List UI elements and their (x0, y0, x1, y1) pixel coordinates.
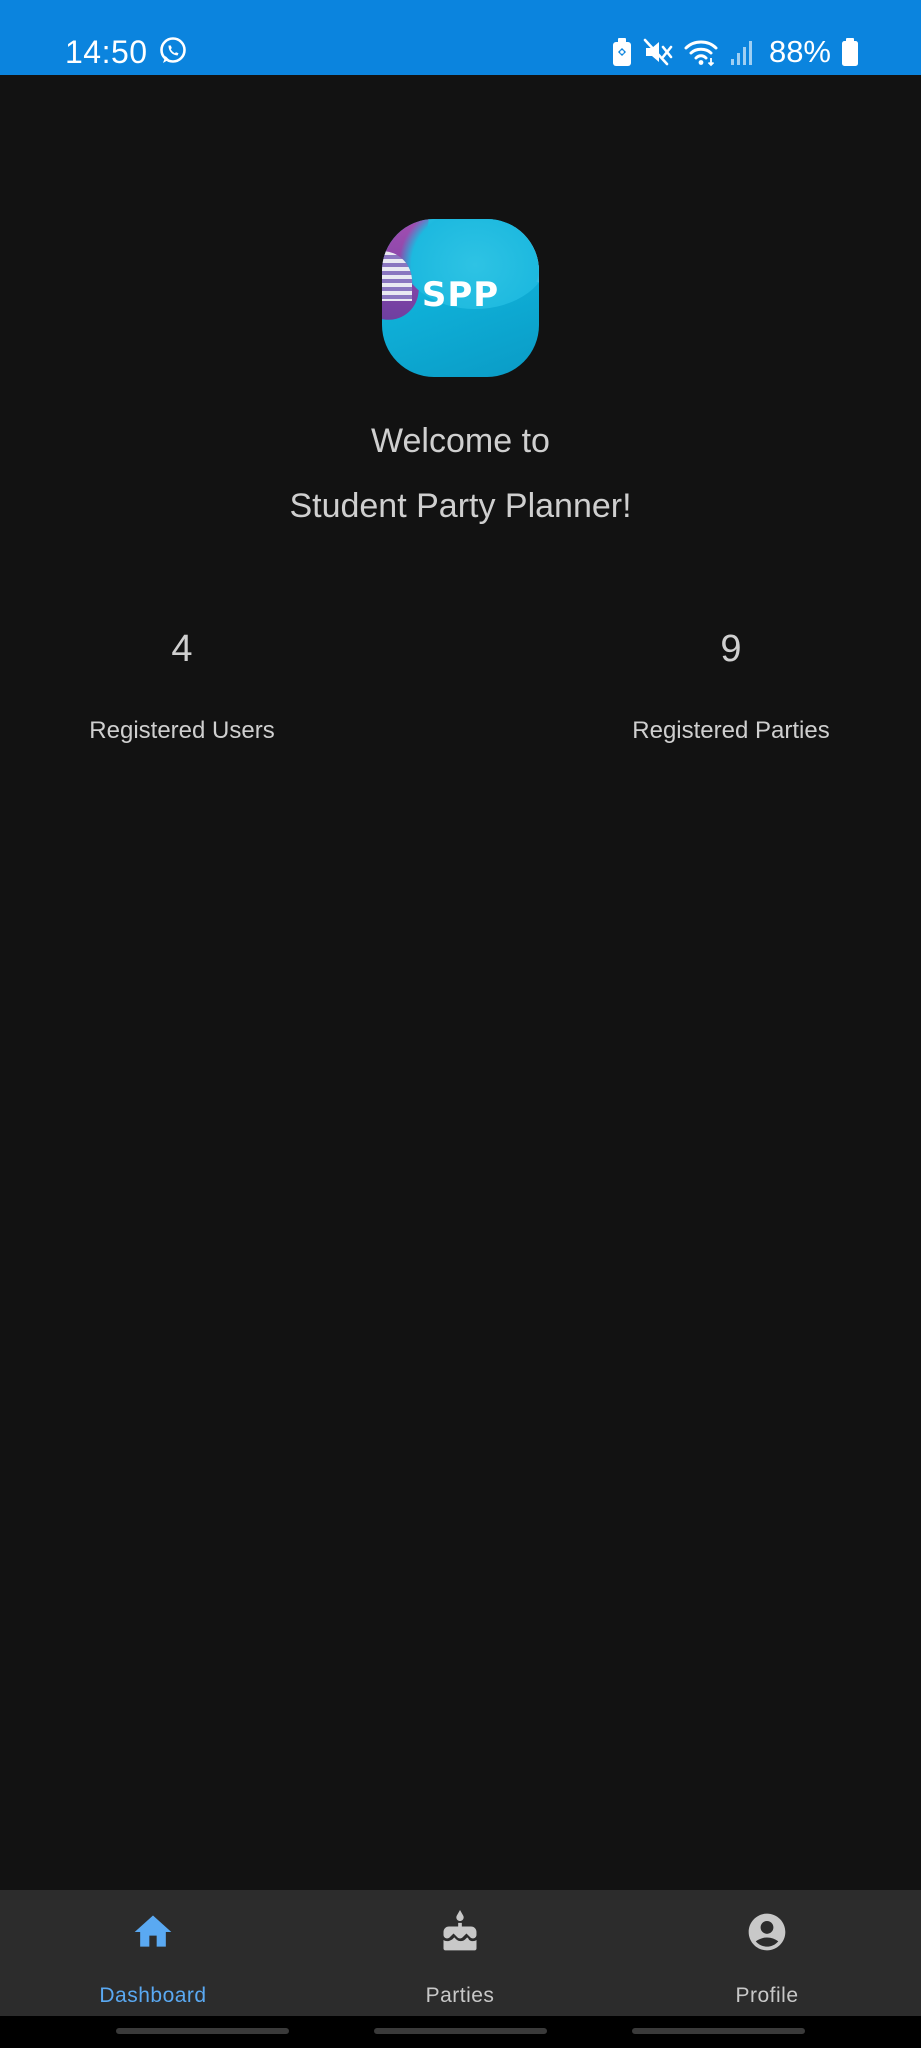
status-bar: 14:50 88% (0, 0, 921, 75)
app-name-heading: Student Party Planner! (289, 487, 632, 525)
battery-icon (842, 38, 858, 66)
cake-icon (443, 1910, 477, 1951)
nav-item-parties[interactable]: Parties (360, 1890, 560, 2016)
wifi-icon (684, 40, 718, 67)
logo-text: SPP (421, 275, 500, 315)
parties-label: Registered Parties (632, 717, 830, 744)
back-gesture-handle[interactable] (632, 2028, 805, 2034)
whatsapp-icon (160, 37, 186, 63)
nav-label-parties: Parties (425, 1984, 495, 2007)
status-time: 14:50 (65, 34, 148, 70)
home-gesture-handle[interactable] (374, 2028, 547, 2034)
mute-icon (643, 38, 673, 66)
welcome-heading: Welcome to (371, 422, 550, 460)
account-circle-icon (748, 1913, 786, 1951)
battery-percentage: 88% (768, 34, 831, 69)
nav-item-dashboard[interactable]: Dashboard (53, 1890, 253, 2016)
status-icons: 88% (611, 34, 859, 70)
bottom-navigation: Dashboard Parties Profile (0, 1890, 921, 2016)
users-count: 4 (171, 628, 193, 670)
nav-label-profile: Profile (735, 1984, 799, 2007)
signal-icon (730, 41, 752, 65)
battery-saver-icon (612, 38, 631, 66)
home-icon (134, 1915, 172, 1947)
recents-gesture-handle[interactable] (116, 2028, 289, 2034)
system-navigation-bar (0, 2016, 921, 2048)
parties-count: 9 (720, 628, 742, 670)
users-label: Registered Users (89, 717, 275, 744)
app-logo: SPP (382, 219, 539, 377)
nav-item-profile[interactable]: Profile (667, 1890, 867, 2016)
nav-label-dashboard: Dashboard (99, 1984, 207, 2007)
